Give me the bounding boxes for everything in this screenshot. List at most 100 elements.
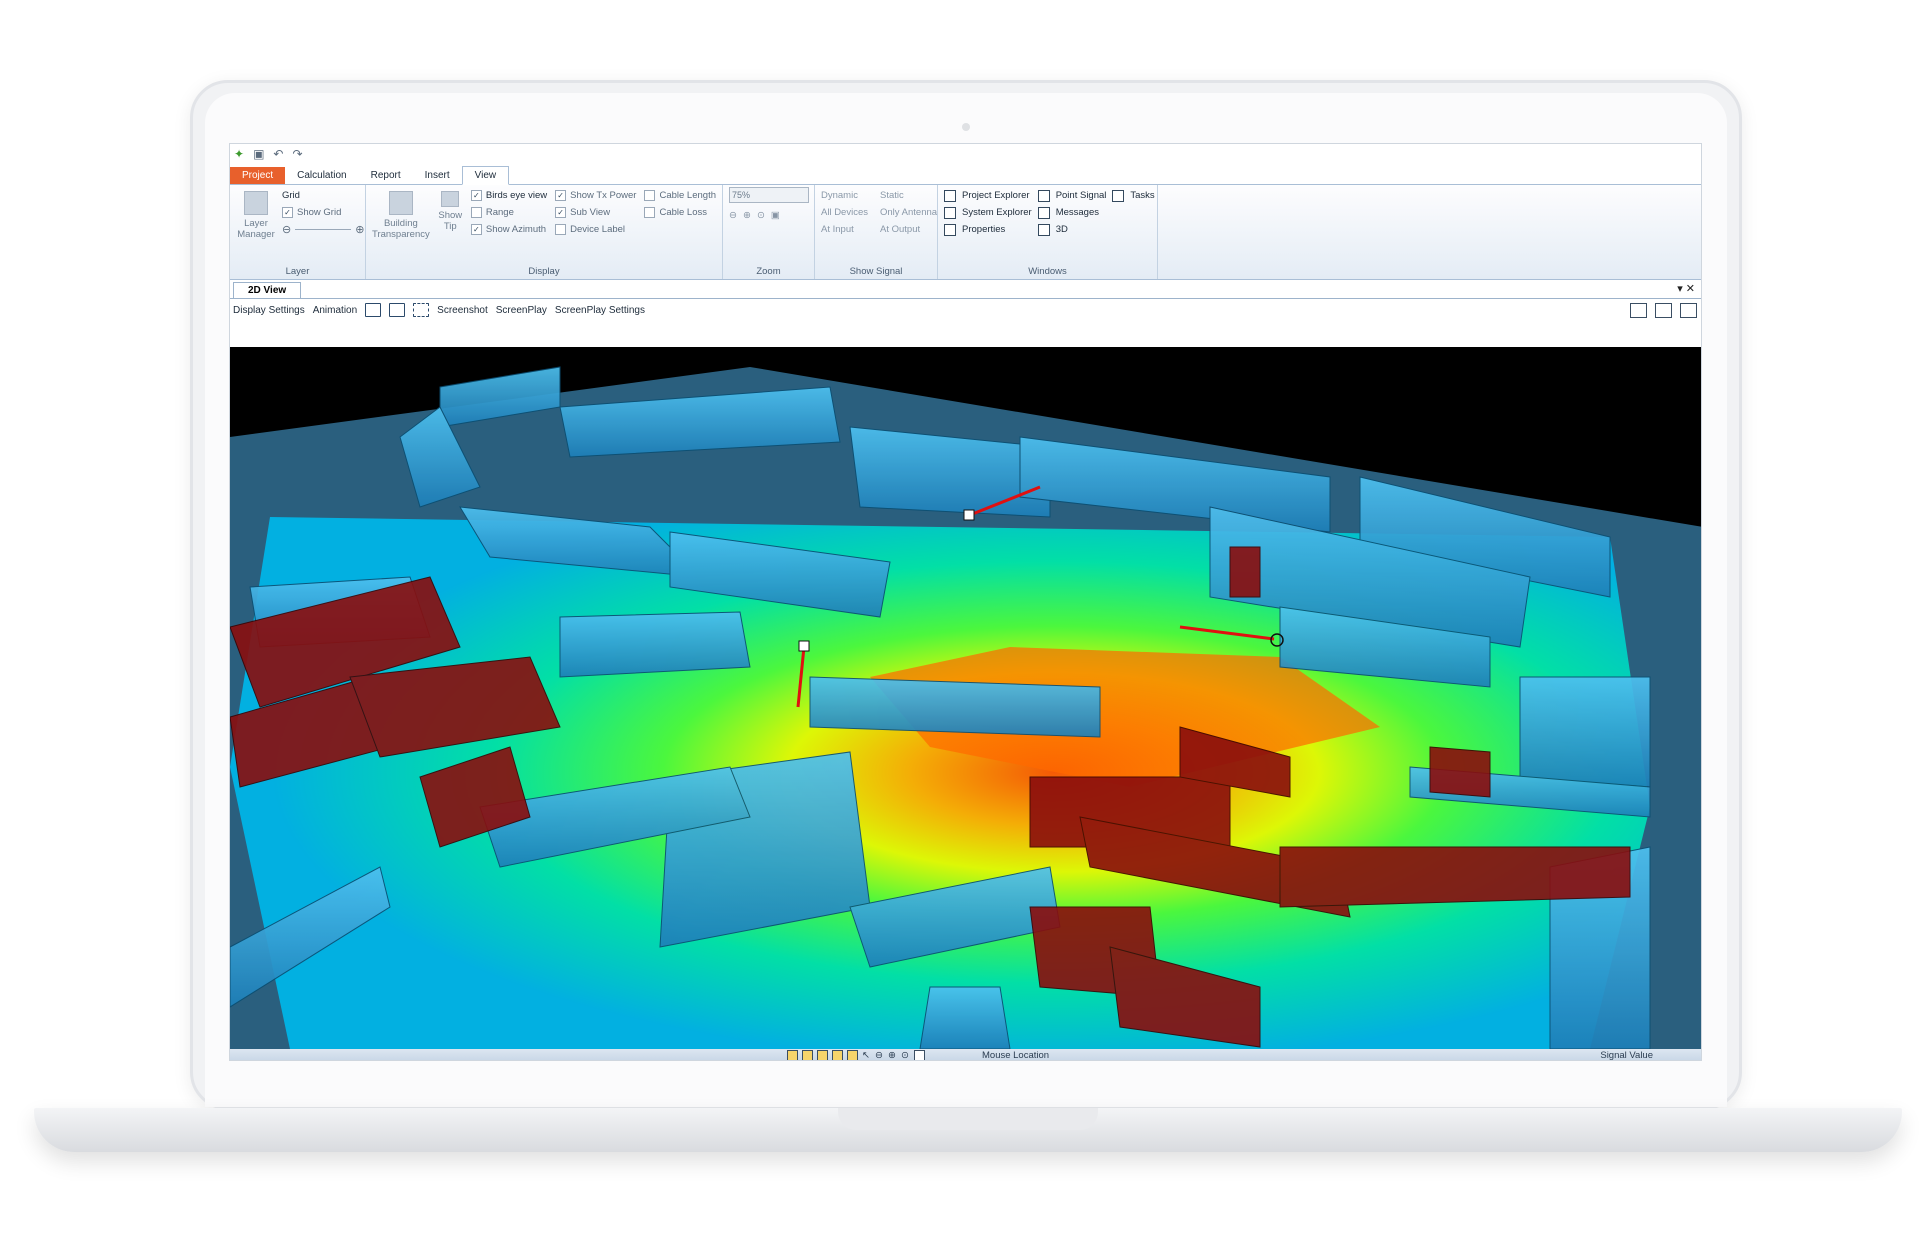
tab-2d-view[interactable]: 2D View [233, 282, 302, 298]
range-checkbox[interactable] [470, 207, 482, 218]
view-layout-icon[interactable] [389, 303, 406, 317]
expand-icon[interactable] [1630, 303, 1647, 318]
zoom-reset-icon[interactable]: ▣ [771, 210, 780, 221]
maximize-icon[interactable] [1680, 303, 1697, 318]
project-explorer-icon [944, 189, 956, 202]
show-azimuth-checkbox[interactable]: ✓ [470, 224, 482, 235]
window-label: System Explorer [962, 207, 1032, 218]
zoom-out-icon[interactable]: ⊖ [729, 210, 737, 221]
tab-insert[interactable]: Insert [413, 167, 462, 184]
zoom-buttons: ⊖ ⊕ ⊙ ▣ [729, 207, 808, 224]
screenshot-button[interactable]: Screenshot [437, 305, 488, 316]
building-transparency-label: Building Transparency [372, 218, 430, 240]
birds-eye-view-checkbox[interactable]: ✓ [470, 190, 482, 201]
document-tab-strip: 2D View ▾ ✕ [230, 280, 1701, 299]
zoom-select[interactable]: 75% [729, 187, 809, 203]
redo-icon[interactable]: ↷ [292, 147, 302, 161]
screenplay-settings-button[interactable]: ScreenPlay Settings [555, 305, 645, 316]
tab-project[interactable]: Project [230, 167, 286, 184]
quick-access-toolbar: ✦ ▣ ↶ ↷ [230, 144, 1701, 164]
edit-icon[interactable] [847, 1050, 858, 1060]
chevron-down-icon[interactable]: ▾ [1677, 283, 1683, 295]
grid-slider[interactable]: ⊖ ⊕ [282, 221, 364, 238]
show-grid-checkbox[interactable]: ✓ [282, 207, 293, 218]
app-window: ✦ ▣ ↶ ↷ Project Calculation Report Inser… [229, 143, 1702, 1061]
zoom-fit-icon[interactable]: ⊙ [757, 210, 765, 221]
select-frame-icon[interactable] [365, 303, 382, 317]
range-label: Range [485, 207, 514, 218]
device-label-label: Device Label [570, 224, 626, 235]
zoom-in-icon[interactable]: ⊕ [888, 1050, 897, 1060]
window-point-signal-button[interactable]: Point Signal [1037, 187, 1107, 204]
screenplay-button[interactable]: ScreenPlay [496, 305, 547, 316]
show-signal-group-label: Show Signal [849, 266, 903, 277]
collapse-icon[interactable] [1655, 303, 1672, 318]
display-group: Building Transparency Show Tip ✓ Birds ey… [366, 185, 723, 279]
show-grid-label: Show Grid [297, 207, 342, 218]
signal-at-input-label: At Input [821, 224, 854, 235]
show-tx-power-label: Show Tx Power [570, 190, 637, 201]
sub-view-checkbox[interactable]: ✓ [555, 207, 567, 218]
device-label-checkbox[interactable] [555, 224, 567, 235]
show-azimuth-label: Show Azimuth [485, 224, 547, 235]
edit-icon[interactable] [832, 1050, 843, 1060]
animation-button[interactable]: Animation [313, 305, 357, 316]
tab-view[interactable]: View [461, 166, 510, 185]
save-icon[interactable]: ▣ [253, 147, 264, 161]
show-tip-label: Show Tip [438, 210, 463, 232]
cable-length-label: Cable Length [659, 190, 716, 201]
display-settings-button[interactable]: Display Settings [233, 305, 305, 316]
window-messages-button[interactable]: Messages [1037, 204, 1107, 221]
list-layout-icon[interactable] [413, 303, 430, 317]
layer-manager-button[interactable]: Layer Manager [236, 187, 276, 240]
3d-icon [1037, 223, 1050, 236]
edit-icon[interactable] [817, 1050, 828, 1060]
camera-icon [962, 123, 970, 131]
antenna-icon [798, 640, 810, 652]
undo-icon[interactable]: ↶ [273, 147, 283, 161]
status-icons: ↖ ⊖ ⊕ ⊙ [787, 1050, 925, 1060]
show-tip-button[interactable]: Show Tip [438, 187, 463, 240]
signal-value: Signal Value [1600, 1050, 1653, 1061]
window-tasks-button[interactable]: Tasks [1112, 187, 1155, 204]
cable-loss-checkbox[interactable] [644, 207, 656, 218]
zoom-reset-icon[interactable] [914, 1050, 925, 1060]
layer-group-label: Layer [285, 266, 310, 277]
antenna-icon [963, 509, 975, 521]
system-explorer-icon [944, 206, 956, 219]
tab-calculation[interactable]: Calculation [285, 167, 358, 184]
window-project-explorer-button[interactable]: Project Explorer [944, 187, 1032, 204]
building-transparency-button[interactable]: Building Transparency [372, 187, 430, 240]
tab-controls: ▾ ✕ [1677, 282, 1695, 295]
layer-toggle-icon[interactable] [787, 1050, 798, 1060]
layer-toggle-icon[interactable] [802, 1050, 813, 1060]
properties-icon [944, 223, 956, 236]
pointer-icon[interactable]: ↖ [862, 1050, 871, 1060]
show-tx-power-checkbox[interactable]: ✓ [555, 190, 567, 201]
ribbon: Layer Manager Grid ✓ Show Grid ⊖ ⊕ Layer B… [230, 185, 1701, 280]
show-signal-group: Dynamic All Devices At Input Static Only Ant… [815, 185, 938, 279]
sub-view-label: Sub View [570, 207, 611, 218]
status-bar: ↖ ⊖ ⊕ ⊙ Mouse Location Signal Value [230, 1049, 1701, 1061]
window-3d-button[interactable]: 3D [1037, 221, 1107, 238]
tasks-icon [1112, 189, 1125, 202]
window-properties-button[interactable]: Properties [944, 221, 1032, 238]
window-label: Point Signal [1055, 190, 1107, 201]
zoom-in-icon[interactable]: ⊕ [743, 210, 751, 221]
tab-report[interactable]: Report [359, 167, 413, 184]
window-system-explorer-button[interactable]: System Explorer [944, 204, 1032, 221]
close-icon[interactable]: ✕ [1686, 283, 1695, 295]
zoom-group: 75% ⊖ ⊕ ⊙ ▣ Zoom [723, 185, 815, 279]
zoom-out-icon[interactable]: ⊖ [875, 1050, 884, 1060]
cable-length-checkbox[interactable] [644, 190, 656, 201]
window-label: 3D [1055, 224, 1068, 235]
signal-static-label: Static [880, 190, 904, 201]
laptop-notch [838, 1108, 1098, 1130]
display-group-label: Display [528, 266, 560, 277]
windows-group: Project Explorer System Explorer Propertie… [938, 185, 1158, 279]
zoom-fit-icon[interactable]: ⊙ [901, 1050, 910, 1060]
mouse-location: Mouse Location [982, 1050, 1050, 1061]
window-label: Tasks [1130, 190, 1155, 201]
windows-group-label: Windows [1028, 266, 1067, 277]
3d-viewport[interactable] [230, 347, 1702, 1049]
